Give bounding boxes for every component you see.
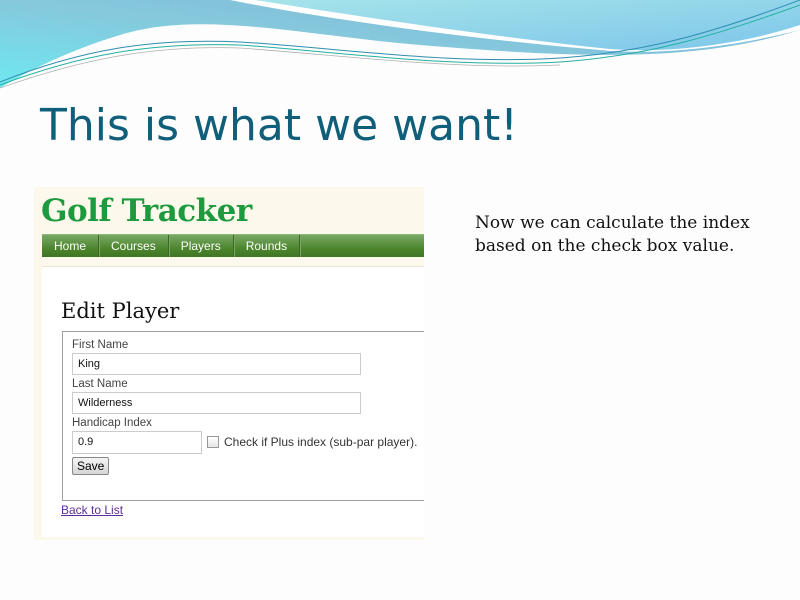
first-name-label: First Name <box>72 339 129 351</box>
plus-index-checkbox[interactable] <box>207 436 219 448</box>
decorative-wave-background <box>0 0 800 89</box>
first-name-input[interactable]: King <box>72 353 361 375</box>
handicap-input[interactable]: 0.9 <box>72 431 202 454</box>
nav-rounds[interactable]: Rounds <box>234 235 301 257</box>
nav-players[interactable]: Players <box>169 235 234 257</box>
content-panel: Edit Player First Name King Last Name Wi… <box>42 266 424 537</box>
nav-home[interactable]: Home <box>42 235 100 257</box>
back-to-list-link[interactable]: Back to List <box>61 503 123 517</box>
slide-note: Now we can calculate the index based on … <box>475 213 750 256</box>
app-screenshot: Golf Tracker Home Courses Players Rounds… <box>34 187 424 540</box>
save-button[interactable]: Save <box>72 457 110 475</box>
main-nav: Home Courses Players Rounds <box>42 234 424 257</box>
last-name-label: Last Name <box>72 378 128 390</box>
handicap-label: Handicap Index <box>72 417 152 429</box>
page-heading: Edit Player <box>61 299 180 323</box>
last-name-input[interactable]: Wilderness <box>72 392 361 414</box>
plus-index-label: Check if Plus index (sub-par player). <box>224 435 418 449</box>
app-logo: Golf Tracker <box>41 193 252 229</box>
slide-title: This is what we want! <box>40 100 518 151</box>
nav-courses[interactable]: Courses <box>99 235 169 257</box>
edit-player-form: First Name King Last Name Wilderness Han… <box>62 331 424 501</box>
plus-index-option[interactable]: Check if Plus index (sub-par player). <box>207 435 417 449</box>
